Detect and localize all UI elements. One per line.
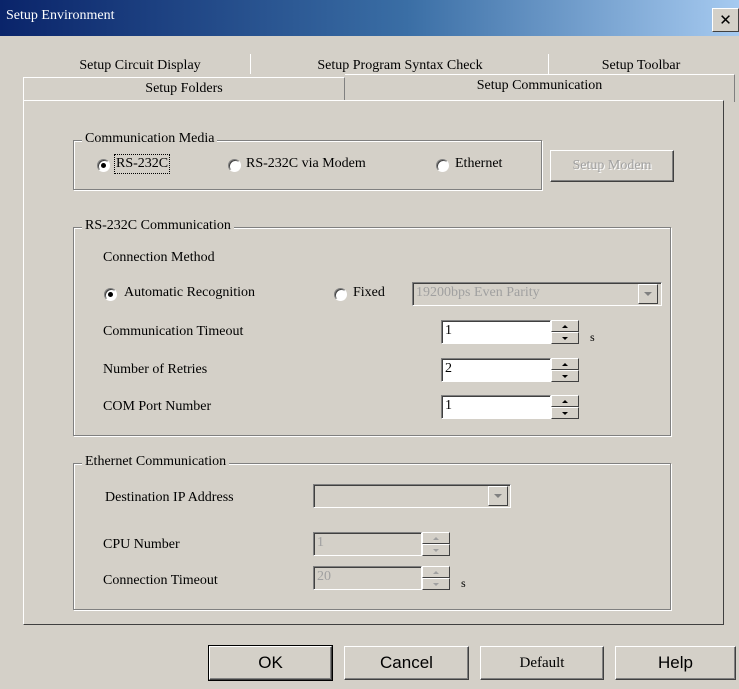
radio-rs232c-label: RS-232C (113, 154, 171, 174)
radio-rs232c-modem-label: RS-232C via Modem (246, 156, 366, 171)
communication-timeout-spinner[interactable] (551, 320, 579, 344)
number-of-retries-spinner[interactable] (551, 358, 579, 382)
destination-ip-address-select[interactable] (313, 484, 511, 508)
rs232c-communication-legend: RS-232C Communication (82, 218, 234, 234)
close-icon: ✕ (719, 11, 732, 29)
setup-modem-label: Setup Modem (572, 158, 652, 173)
number-of-retries-value: 2 (445, 361, 452, 376)
radio-automatic-recognition[interactable] (104, 288, 117, 301)
spin-down-icon[interactable] (422, 544, 450, 556)
communication-media-legend: Communication Media (82, 131, 218, 147)
automatic-recognition-label: Automatic Recognition (124, 285, 256, 300)
fixed-label: Fixed (353, 285, 385, 300)
ok-button[interactable]: OK (208, 645, 333, 681)
connection-timeout-label: Connection Timeout (103, 573, 218, 588)
spin-up-icon[interactable] (551, 358, 579, 370)
spin-down-icon[interactable] (551, 407, 579, 419)
com-port-number-spinner[interactable] (551, 395, 579, 419)
com-port-number-value: 1 (445, 398, 452, 413)
tab-label: Setup Folders (145, 81, 223, 96)
tab-setup-communication[interactable]: Setup Communication (345, 74, 735, 102)
cancel-label: Cancel (380, 653, 433, 672)
cpu-number-input[interactable]: 1 (313, 532, 422, 556)
spin-down-icon[interactable] (551, 332, 579, 344)
spin-up-icon[interactable] (422, 532, 450, 544)
default-label: Default (519, 655, 565, 671)
connection-timeout-spinner[interactable] (422, 566, 450, 590)
com-port-number-input[interactable]: 1 (441, 395, 551, 419)
title-bar: Setup Environment (0, 0, 739, 36)
help-button[interactable]: Help (615, 646, 736, 680)
connection-method-label: Connection Method (103, 250, 215, 265)
tab-divider (250, 54, 251, 74)
tab-divider (548, 54, 549, 74)
spin-down-icon[interactable] (551, 370, 579, 382)
number-of-retries-label: Number of Retries (103, 362, 208, 377)
communication-timeout-input[interactable]: 1 (441, 320, 551, 344)
destination-ip-address-label: Destination IP Address (105, 490, 234, 505)
com-port-number-label: COM Port Number (103, 399, 212, 414)
cancel-button[interactable]: Cancel (344, 646, 469, 680)
tab-setup-circuit-display[interactable]: Setup Circuit Display (30, 55, 250, 78)
radio-rs232c-modem[interactable] (228, 159, 241, 172)
radio-fixed[interactable] (334, 288, 347, 301)
window-title: Setup Environment (6, 8, 115, 23)
tab-label: Setup Program Syntax Check (317, 58, 483, 73)
connection-timeout-unit: s (461, 576, 466, 590)
cpu-number-spinner[interactable] (422, 532, 450, 556)
ok-label: OK (258, 653, 283, 672)
setup-modem-button[interactable]: Setup Modem (550, 150, 674, 182)
communication-timeout-value: 1 (445, 323, 452, 338)
close-button[interactable]: ✕ (712, 8, 739, 32)
radio-ethernet[interactable] (436, 159, 449, 172)
destination-ip-dropdown-button[interactable] (488, 486, 508, 506)
radio-rs232c[interactable] (97, 159, 110, 172)
fixed-baud-value: 19200bps Even Parity (416, 285, 540, 300)
spin-up-icon[interactable] (551, 320, 579, 332)
number-of-retries-input[interactable]: 2 (441, 358, 551, 382)
help-label: Help (658, 653, 693, 672)
communication-timeout-label: Communication Timeout (103, 324, 244, 339)
spin-down-icon[interactable] (422, 578, 450, 590)
fixed-baud-select[interactable]: 19200bps Even Parity (412, 282, 662, 306)
fixed-baud-dropdown-button[interactable] (638, 284, 658, 304)
tab-label: Setup Toolbar (601, 58, 681, 73)
tab-label: Setup Communication (476, 78, 603, 93)
default-button[interactable]: Default (480, 646, 604, 680)
connection-timeout-value: 20 (317, 569, 331, 584)
tab-label: Setup Circuit Display (79, 58, 201, 73)
spin-up-icon[interactable] (551, 395, 579, 407)
chevron-down-icon (644, 292, 652, 296)
tab-setup-folders[interactable]: Setup Folders (23, 77, 345, 101)
chevron-down-icon (494, 494, 502, 498)
cpu-number-label: CPU Number (103, 537, 180, 552)
cpu-number-value: 1 (317, 535, 324, 550)
communication-timeout-unit: s (590, 330, 595, 344)
connection-timeout-input[interactable]: 20 (313, 566, 422, 590)
ethernet-communication-legend: Ethernet Communication (82, 454, 230, 470)
spin-up-icon[interactable] (422, 566, 450, 578)
radio-ethernet-label: Ethernet (455, 156, 503, 171)
